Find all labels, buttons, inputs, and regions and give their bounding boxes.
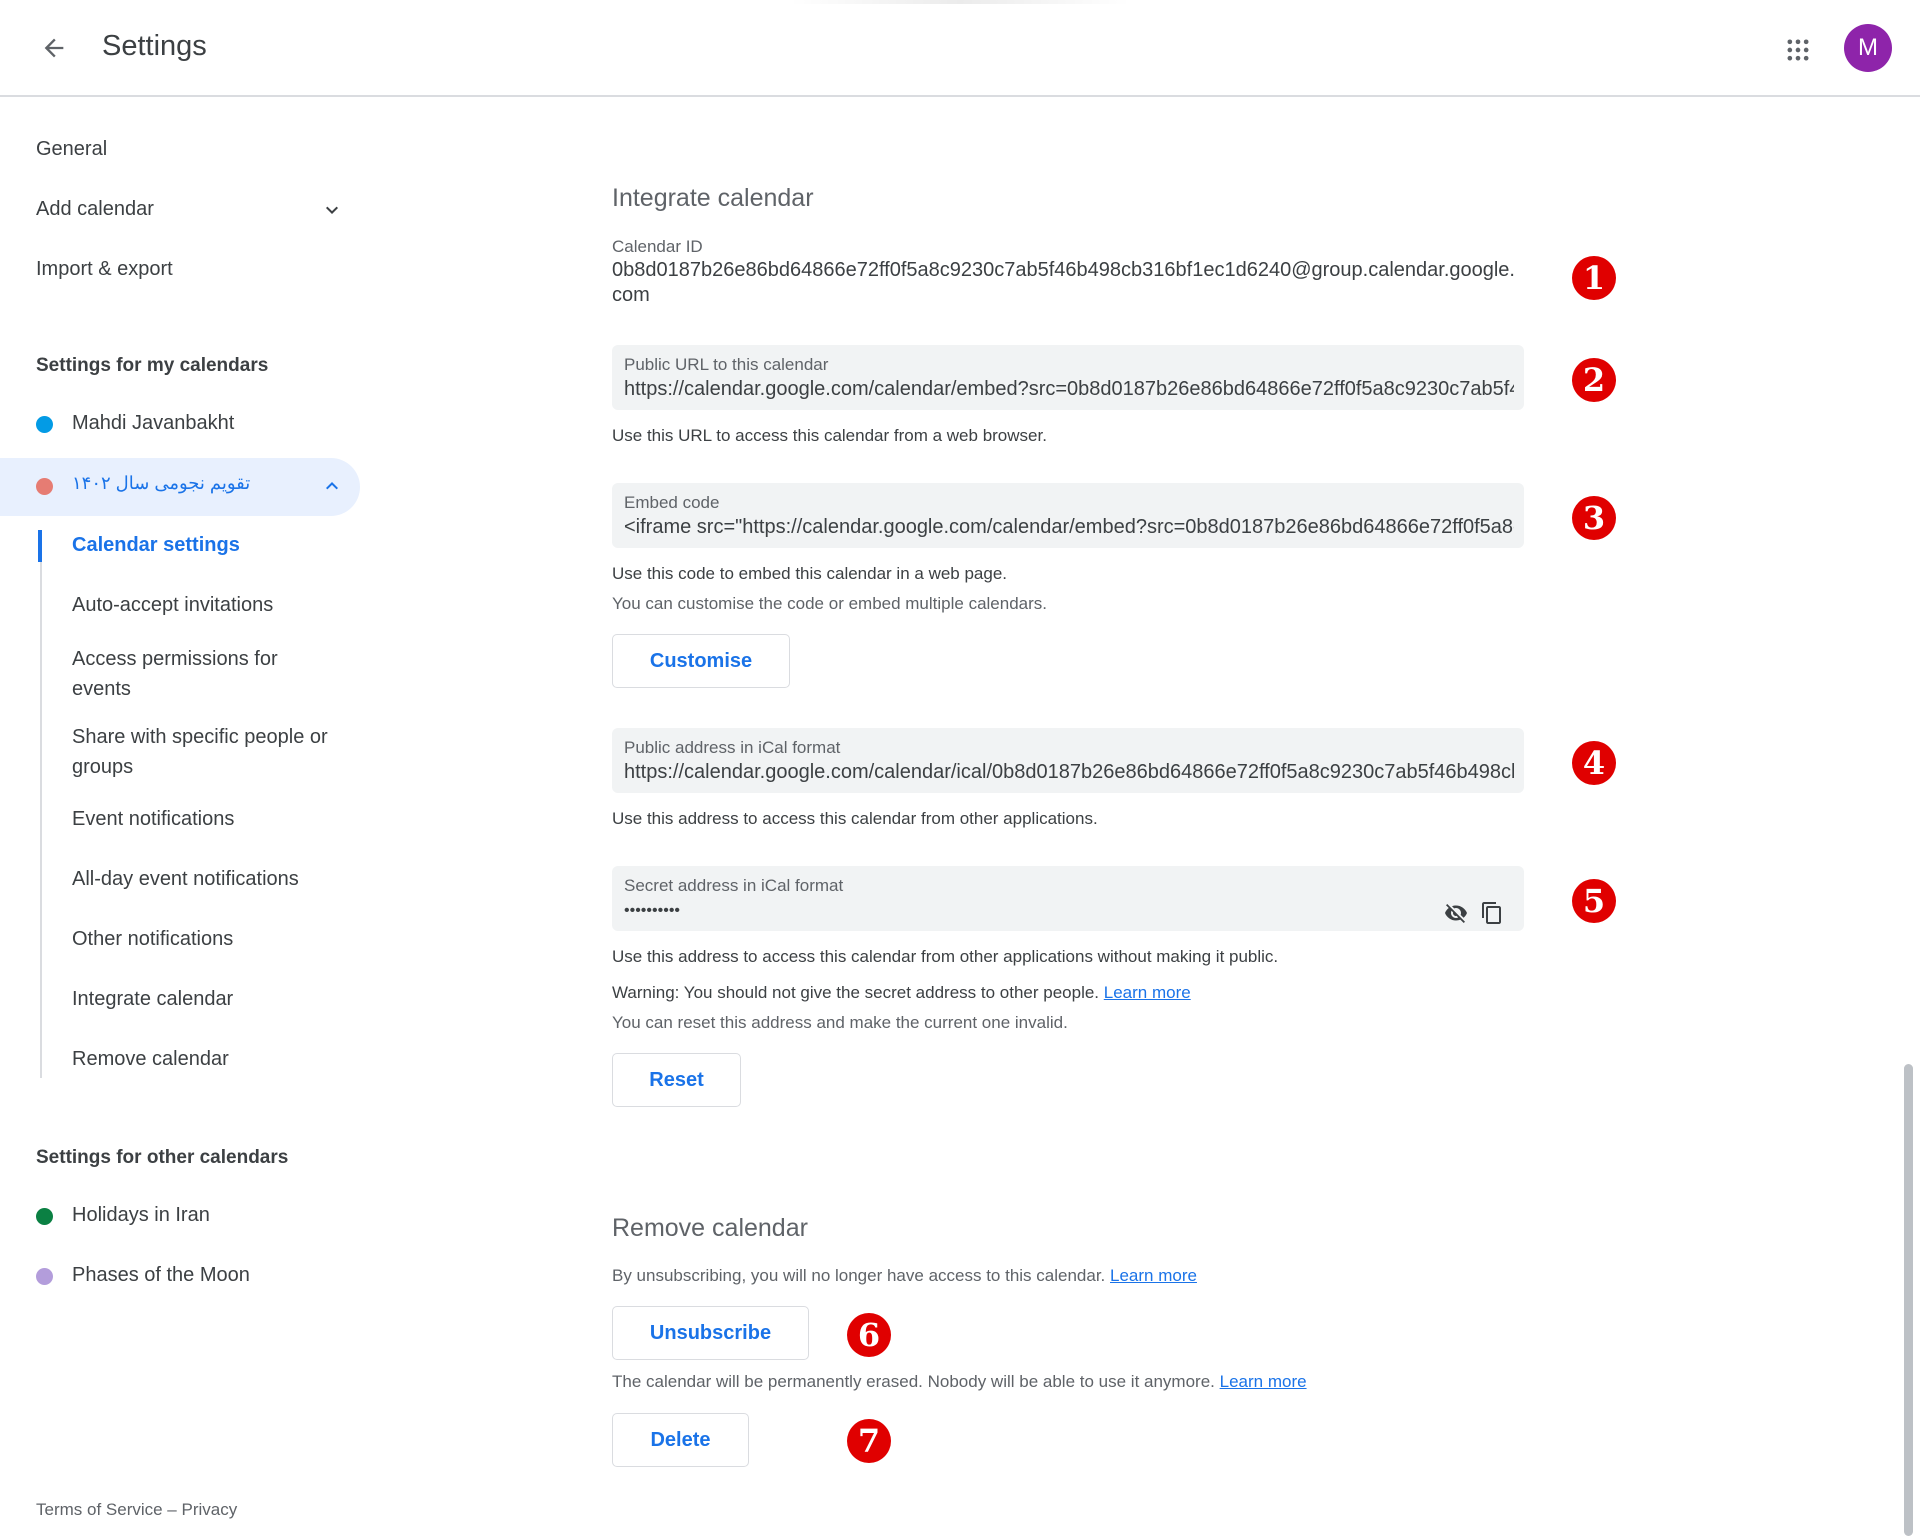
calendar-color-dot (36, 416, 53, 433)
calendar-color-dot (36, 1268, 53, 1285)
embed-code-label: Embed code (624, 493, 720, 512)
public-url-label: Public URL to this calendar (624, 355, 829, 374)
scrollbar-thumb[interactable] (1904, 1064, 1913, 1536)
sidebar-sub-other-notifications[interactable]: Other notifications (72, 924, 342, 954)
sidebar-calendar-mahdi[interactable]: Mahdi Javanbakht (0, 396, 360, 454)
ical-public-value[interactable]: https://calendar.google.com/calendar/ica… (624, 761, 1514, 784)
chevron-down-icon[interactable] (318, 196, 346, 224)
unsubscribe-button[interactable]: Unsubscribe (612, 1306, 809, 1360)
sidebar-item-general[interactable]: General (36, 138, 107, 161)
marker-1: 1 (1572, 256, 1616, 300)
embed-code-field[interactable]: Embed code <iframe src="https://calendar… (612, 483, 1524, 548)
delete-button[interactable]: Delete (612, 1413, 749, 1467)
calendar-id-value: 0b8d0187b26e86bd64866e72ff0f5a8c9230c7ab… (612, 259, 1515, 306)
embed-help: Use this code to embed this calendar in … (612, 564, 1008, 583)
calendar-label: Phases of the Moon (72, 1264, 250, 1286)
sidebar-calendar-moon[interactable]: Phases of the Moon (0, 1248, 360, 1306)
embed-code-value[interactable]: <iframe src="https://calendar.google.com… (624, 516, 1514, 539)
sidebar-sub-remove[interactable]: Remove calendar (72, 1044, 342, 1074)
marker-4: 4 (1572, 741, 1616, 785)
marker-6: 6 (847, 1313, 891, 1357)
calendar-label: Holidays in Iran (72, 1204, 210, 1226)
sidebar-sub-access-permissions[interactable]: Access permissions for events (72, 644, 342, 704)
marker-5: 5 (1572, 879, 1616, 923)
public-url-help: Use this URL to access this calendar fro… (612, 426, 1047, 445)
apps-button[interactable] (1774, 26, 1822, 74)
reset-help: You can reset this address and make the … (612, 1013, 1068, 1032)
app-header: Settings M (0, 0, 1920, 97)
ical-public-label: Public address in iCal format (624, 738, 841, 757)
sidebar-calendar-holidays[interactable]: Holidays in Iran (0, 1188, 360, 1246)
remove-calendar-title: Remove calendar (612, 1214, 808, 1242)
reset-button[interactable]: Reset (612, 1053, 741, 1107)
calendar-id-label: Calendar ID (612, 237, 703, 256)
ical-secret-help: Use this address to access this calendar… (612, 947, 1279, 966)
ical-public-help: Use this address to access this calendar… (612, 809, 1098, 828)
sidebar-sub-calendar-settings[interactable]: Calendar settings (72, 530, 342, 560)
sidebar-sub-allday-notifications[interactable]: All-day event notifications (72, 864, 342, 894)
marker-2: 2 (1572, 358, 1616, 402)
delete-help: The calendar will be permanently erased.… (612, 1372, 1307, 1392)
calendar-label: Mahdi Javanbakht (72, 412, 235, 434)
integrate-calendar-title: Integrate calendar (612, 184, 814, 212)
learn-more-link[interactable]: Learn more (1110, 1266, 1197, 1285)
avatar[interactable]: M (1844, 24, 1892, 72)
ical-secret-value[interactable]: •••••••••• (624, 902, 1514, 920)
unsubscribe-help: By unsubscribing, you will no longer hav… (612, 1266, 1197, 1286)
chevron-up-icon[interactable] (318, 472, 346, 500)
sidebar-item-import-export[interactable]: Import & export (36, 258, 173, 281)
sidebar: General Add calendar Import & export Set… (0, 98, 370, 1536)
sidebar-item-add-calendar[interactable]: Add calendar (36, 198, 154, 221)
eye-off-icon[interactable] (1444, 901, 1468, 925)
page-title: Settings (102, 30, 207, 62)
my-calendars-heading: Settings for my calendars (36, 355, 269, 376)
sidebar-sub-event-notifications[interactable]: Event notifications (72, 804, 342, 834)
sidebar-sub-auto-accept[interactable]: Auto-accept invitations (72, 590, 342, 620)
unsubscribe-help-text: By unsubscribing, you will no longer hav… (612, 1266, 1106, 1285)
calendar-label: تقویم نجومی سال ۱۴۰۲ (72, 473, 251, 493)
delete-help-text: The calendar will be permanently erased.… (612, 1372, 1215, 1391)
back-button[interactable] (30, 24, 78, 72)
sidebar-sub-integrate[interactable]: Integrate calendar (72, 984, 342, 1014)
submenu-line (40, 530, 42, 1078)
sidebar-calendar-astronomy[interactable]: تقویم نجومی سال ۱۴۰۲ (0, 458, 360, 516)
warning-text: Warning: You should not give the secret … (612, 983, 1100, 1002)
calendar-color-dot (36, 478, 53, 495)
apps-grid-icon (1787, 39, 1809, 61)
ical-secret-field[interactable]: Secret address in iCal format •••••••••• (612, 866, 1524, 931)
learn-more-link[interactable]: Learn more (1220, 1372, 1307, 1391)
customise-button[interactable]: Customise (612, 634, 790, 688)
public-url-field[interactable]: Public URL to this calendar https://cale… (612, 345, 1524, 410)
embed-help-2: You can customise the code or embed mult… (612, 594, 1048, 613)
top-shadow (790, 0, 1130, 4)
public-url-value[interactable]: https://calendar.google.com/calendar/emb… (624, 378, 1514, 401)
calendar-color-dot (36, 1208, 53, 1225)
marker-7: 7 (847, 1419, 891, 1463)
sidebar-sub-share[interactable]: Share with specific people or groups (72, 722, 342, 782)
ical-public-field[interactable]: Public address in iCal format https://ca… (612, 728, 1524, 793)
footer-links[interactable]: Terms of Service – Privacy (36, 1500, 237, 1520)
ical-secret-label: Secret address in iCal format (624, 876, 844, 895)
submenu-active-indicator (38, 530, 42, 562)
copy-icon[interactable] (1480, 901, 1504, 925)
other-calendars-heading: Settings for other calendars (36, 1147, 289, 1168)
secret-warning: Warning: You should not give the secret … (612, 983, 1191, 1003)
learn-more-link[interactable]: Learn more (1104, 983, 1191, 1002)
marker-3: 3 (1572, 496, 1616, 540)
arrow-left-icon (44, 38, 64, 58)
